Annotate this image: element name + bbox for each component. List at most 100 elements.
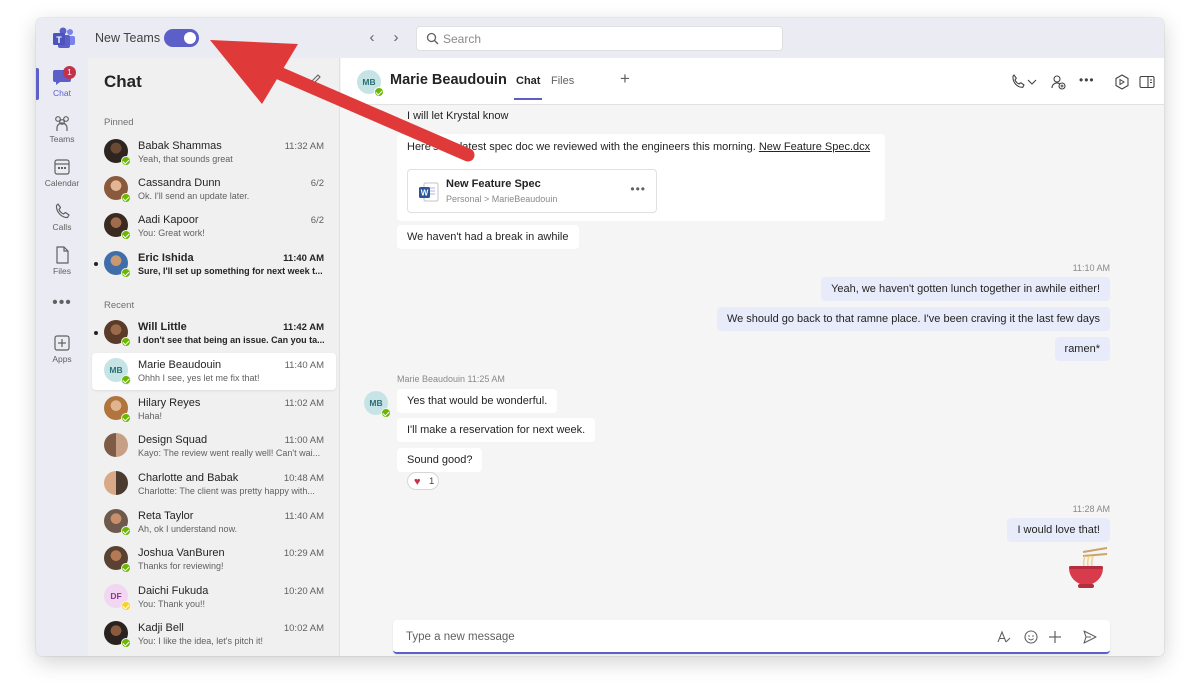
chat-item-design-squad[interactable]: Design Squad 11:00 AM Kayo: The review w…	[92, 428, 336, 465]
copilot-icon[interactable]	[1113, 73, 1131, 91]
new-chat-icon[interactable]	[308, 73, 324, 89]
rail-item-chat[interactable]: 1 Chat	[36, 62, 88, 106]
sender-avatar[interactable]: MB	[364, 391, 391, 418]
chat-item-aadi-kapoor[interactable]: Aadi Kapoor 6/2 You: Great work!	[92, 208, 336, 245]
message-bubble-with-file: Here's the latest spec doc we reviewed w…	[397, 134, 885, 221]
search-input[interactable]	[443, 30, 743, 48]
file-more-options-icon[interactable]: •••	[630, 182, 646, 196]
chat-item-name: Kadji Bell	[138, 622, 184, 634]
chat-item-time: 11:02 AM	[284, 398, 324, 409]
my-message-bubble: We should go back to that ramne place. I…	[716, 307, 1110, 331]
chat-item-time: 11:42 AM	[283, 322, 324, 333]
search-icon	[426, 32, 439, 45]
emoji-icon[interactable]	[1023, 629, 1039, 645]
avatar	[104, 213, 131, 240]
file-link[interactable]: New Feature Spec.dcx	[759, 141, 870, 153]
forward-arrow-icon[interactable]: ›	[388, 29, 404, 47]
rail-label-chat: Chat	[53, 88, 71, 98]
chat-item-preview: Kayo: The review went really well! Can't…	[138, 448, 321, 458]
chat-item-eric-ishida[interactable]: Eric Ishida 11:40 AM Sure, I'll set up s…	[92, 246, 336, 283]
format-text-icon[interactable]	[996, 629, 1012, 645]
avatar	[104, 546, 131, 573]
word-doc-icon: W	[419, 182, 439, 202]
my-message-bubble: Yeah, we haven't gotten lunch together i…	[821, 277, 1110, 301]
pinned-section-label: Pinned	[104, 117, 134, 128]
chat-item-preview: Ok. I'll send an update later.	[138, 191, 250, 201]
tab-files[interactable]: Files	[551, 75, 574, 87]
avatar	[104, 251, 131, 278]
avatar: DF	[104, 584, 131, 611]
call-icon[interactable]	[1009, 73, 1027, 91]
rail-item-teams[interactable]: Teams	[36, 108, 88, 152]
message-text: Here's the latest spec doc we reviewed w…	[407, 141, 870, 153]
app-rail: 1 Chat Teams Calendar Calls Files ••• Ap…	[36, 58, 88, 656]
chat-item-cassandra-dunn[interactable]: Cassandra Dunn 6/2 Ok. I'll send an upda…	[92, 171, 336, 208]
chat-item-preview: Yeah, that sounds great	[138, 154, 233, 164]
chat-list-panel: Chat Pinned Babak Shammas 11:32 AM Yeah,…	[88, 58, 340, 656]
heart-reaction[interactable]: ♥ 1	[407, 472, 439, 490]
chat-item-babak-shammas[interactable]: Babak Shammas 11:32 AM Yeah, that sounds…	[92, 134, 336, 171]
conversation-header: MB Marie Beaudouin Chat Files + •••	[341, 58, 1164, 105]
tab-chat[interactable]: Chat	[513, 75, 543, 100]
add-people-icon[interactable]	[1049, 73, 1067, 91]
group-avatar	[104, 471, 128, 495]
chat-item-time: 6/2	[310, 178, 324, 189]
rail-item-calendar[interactable]: Calendar	[36, 152, 88, 196]
chat-item-charlotte-and-babak[interactable]: Charlotte and Babak 10:48 AM Charlotte: …	[92, 466, 336, 503]
rail-label-apps: Apps	[52, 354, 72, 364]
message-input[interactable]	[406, 628, 966, 646]
more-apps-icon[interactable]: •••	[36, 294, 88, 312]
conversation-pane: MB Marie Beaudouin Chat Files + ••• I wi…	[341, 58, 1164, 656]
back-arrow-icon[interactable]: ‹	[364, 29, 380, 47]
presence-available-icon	[121, 413, 131, 423]
message-compose-box[interactable]	[393, 620, 1110, 654]
message-text-prefix: Here's the latest spec doc we reviewed w…	[407, 141, 756, 153]
chat-item-preview: Ohhh I see, yes let me fix that!	[138, 373, 260, 383]
new-teams-toggle[interactable]	[164, 29, 199, 47]
message-bubble: We haven't had a break in awhile	[397, 225, 579, 249]
rail-item-calls[interactable]: Calls	[36, 196, 88, 240]
unread-dot-icon	[94, 262, 98, 266]
chat-item-joshua-vanburen[interactable]: Joshua VanBuren 10:29 AM Thanks for revi…	[92, 541, 336, 578]
chevron-down-icon[interactable]	[1026, 73, 1038, 91]
chat-badge: 1	[63, 66, 76, 79]
avatar	[104, 320, 131, 347]
contact-avatar[interactable]: MB	[357, 70, 384, 97]
message-bubble: I'll make a reservation for next week.	[397, 418, 596, 442]
new-teams-label: New Teams	[95, 31, 161, 45]
chat-item-preview: You: Great work!	[138, 228, 205, 238]
file-attachment-card[interactable]: W New Feature Spec Personal > MarieBeaud…	[407, 169, 657, 213]
presence-available-icon	[121, 193, 131, 203]
chat-item-daichi-fukuda[interactable]: DF Daichi Fukuda 10:20 AM You: Thank you…	[92, 579, 336, 616]
chat-item-hilary-reyes[interactable]: Hilary Reyes 11:02 AM Haha!	[92, 391, 336, 428]
chat-item-name: Charlotte and Babak	[138, 472, 239, 484]
open-in-window-icon[interactable]	[1138, 73, 1156, 91]
chat-item-name: Babak Shammas	[138, 140, 222, 152]
toggle-knob	[184, 32, 196, 44]
plus-icon[interactable]	[1047, 629, 1063, 645]
search-box[interactable]	[416, 26, 783, 51]
chat-item-will-little[interactable]: Will Little 11:42 AM I don't see that be…	[92, 315, 336, 352]
file-path: Personal > MarieBeaudouin	[446, 194, 558, 204]
message-timestamp: 11:10 AM	[1072, 263, 1110, 273]
file-name: New Feature Spec	[446, 178, 541, 190]
presence-available-icon	[121, 526, 131, 536]
rail-item-files[interactable]: Files	[36, 240, 88, 284]
add-tab-button[interactable]: +	[620, 69, 630, 89]
send-icon[interactable]	[1082, 629, 1098, 645]
chat-item-preview: You: I like the idea, let's pitch it!	[138, 636, 263, 646]
avatar	[104, 396, 131, 423]
my-message-bubble: ramen*	[1054, 337, 1110, 361]
avatar: MB	[104, 358, 131, 385]
compose-area	[341, 598, 1164, 656]
chat-item-time: 11:00 AM	[284, 435, 324, 446]
chat-item-reta-taylor[interactable]: Reta Taylor 11:40 AM Ah, ok I understand…	[92, 504, 336, 541]
rail-item-apps[interactable]: Apps	[36, 328, 88, 372]
chat-item-marie-beaudouin[interactable]: MB Marie Beaudouin 11:40 AM Ohhh I see, …	[92, 353, 336, 390]
chat-item-name: Will Little	[138, 321, 187, 333]
file-icon	[56, 246, 69, 264]
chat-item-preview: Sure, I'll set up something for next wee…	[138, 266, 323, 276]
chat-item-kadji-bell[interactable]: Kadji Bell 10:02 AM You: I like the idea…	[92, 616, 336, 653]
group-avatar	[104, 433, 128, 457]
more-options-icon[interactable]: •••	[1079, 73, 1097, 91]
